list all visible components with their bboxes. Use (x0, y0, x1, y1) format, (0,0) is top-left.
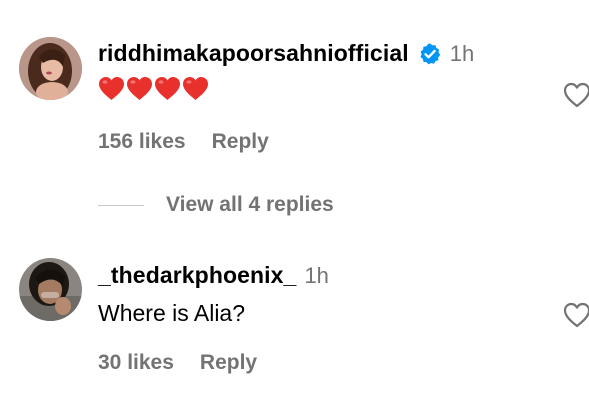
username[interactable]: riddhimakapoorsahniofficial (98, 40, 409, 67)
comment-text: Where is Alia? (98, 300, 246, 326)
avatar[interactable] (19, 258, 82, 321)
comment-actions: 30 likes Reply (98, 351, 257, 375)
verified-badge-icon (418, 42, 442, 66)
like-button[interactable] (563, 302, 589, 328)
reply-button[interactable]: Reply (212, 130, 269, 154)
profile-photo-person-icon (19, 258, 82, 321)
avatar[interactable] (19, 37, 82, 100)
heart-outline-icon (563, 82, 589, 108)
timestamp[interactable]: 1h (450, 41, 474, 67)
red-heart-icon (99, 77, 124, 100)
view-replies-label: View all 4 replies (166, 193, 334, 216)
timestamp[interactable]: 1h (304, 263, 328, 289)
comment-header: _thedarkphoenix_ 1h (98, 262, 329, 289)
comment-actions: 156 likes Reply (98, 130, 269, 154)
red-heart-icon (155, 77, 180, 100)
heart-outline-icon (563, 302, 589, 328)
view-replies-button[interactable]: View all 4 replies (98, 193, 334, 217)
likes-count[interactable]: 30 likes (98, 351, 174, 375)
divider-line (98, 204, 144, 206)
like-button[interactable] (563, 82, 589, 108)
comment-header: riddhimakapoorsahniofficial 1h (98, 40, 474, 67)
comment-text (98, 76, 209, 101)
username[interactable]: _thedarkphoenix_ (98, 262, 296, 289)
reply-button[interactable]: Reply (200, 351, 257, 375)
red-heart-icon (183, 77, 208, 100)
likes-count[interactable]: 156 likes (98, 130, 186, 154)
profile-photo-woman-icon (19, 37, 82, 100)
comment-item: riddhimakapoorsahniofficial 1h 156 likes… (0, 0, 589, 190)
comment-item: _thedarkphoenix_ 1h Where is Alia? 30 li… (0, 240, 589, 417)
red-heart-icon (127, 77, 152, 100)
